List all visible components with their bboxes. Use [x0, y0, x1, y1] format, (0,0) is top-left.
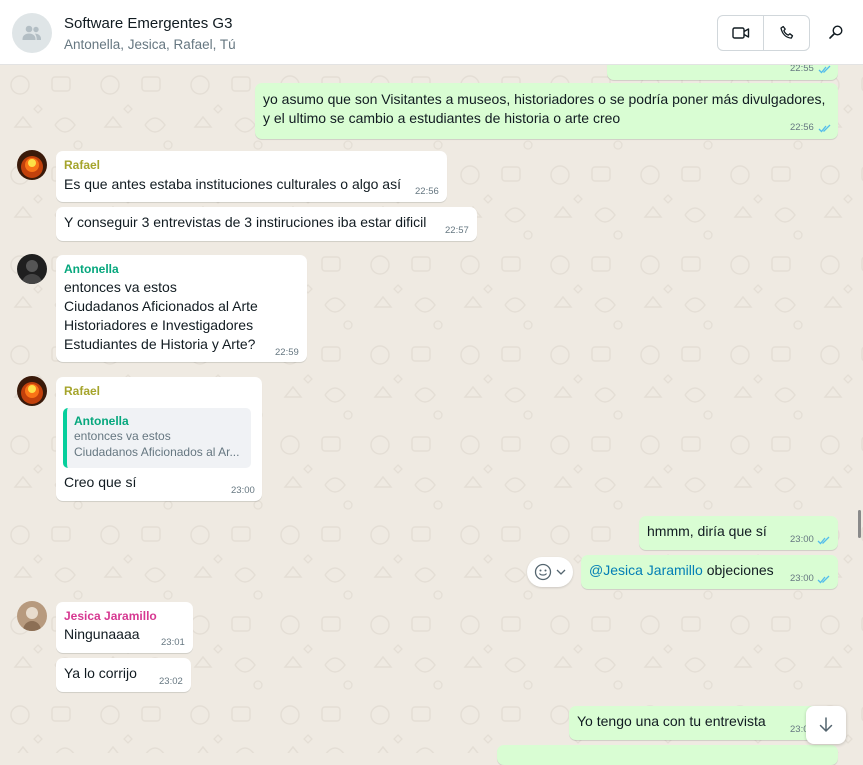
video-call-button[interactable]	[718, 16, 763, 50]
header-layer: Software Emergentes G3 Antonella, Jesica…	[0, 0, 863, 65]
mention-link[interactable]: @Jesica Jaramillo	[589, 562, 703, 578]
message-text: Yo tengo una con tu entrevista	[577, 713, 766, 729]
message-text-line: y el ultimo se cambio a estudiantes de h…	[263, 110, 621, 126]
message-bubble-outgoing[interactable]: @Jesica Jaramillo objeciones 23:00	[581, 555, 838, 589]
message-text: @Jesica Jaramillo objeciones	[589, 561, 774, 580]
read-receipt-icon	[817, 536, 830, 545]
phone-icon	[779, 25, 793, 39]
read-receipt-icon	[818, 124, 831, 133]
message-time: 23:00	[790, 534, 814, 545]
message-bubble-incoming[interactable]: Rafael Es que antes estaba instituciones…	[56, 151, 447, 202]
avatar-antonella[interactable]	[17, 254, 47, 284]
smiley-icon	[534, 563, 552, 581]
message-text-line: yo asumo que son Visitantes a museos, hi…	[263, 91, 826, 107]
chevron-down-icon	[556, 569, 566, 575]
quoted-message[interactable]: Antonella entonces va estos Ciudadanos A…	[63, 408, 251, 468]
message-time: 22:57	[445, 225, 469, 236]
sender-name[interactable]: Rafael	[64, 158, 100, 172]
message-bubble-outgoing-partial[interactable]	[497, 745, 838, 765]
scrollbar-thumb[interactable]	[858, 510, 861, 538]
sender-name[interactable]: Antonella	[64, 262, 119, 276]
sender-name[interactable]: Jesica Jaramillo	[64, 609, 157, 623]
message-text: hmmm, diría que sí	[647, 523, 767, 539]
voice-call-button[interactable]	[763, 16, 809, 50]
read-receipt-icon	[817, 575, 830, 584]
sender-name[interactable]: Rafael	[64, 384, 100, 398]
avatar-photo-icon	[17, 601, 47, 631]
message-bubble-outgoing[interactable]: hmmm, diría que sí 23:00	[639, 516, 838, 550]
message-bubble-incoming[interactable]: Rafael Antonella entonces va estos Ciuda…	[56, 377, 262, 501]
avatar-fire-icon	[17, 376, 47, 406]
quoted-text-line: Ciudadanos Aficionados al Ar...	[74, 445, 240, 459]
avatar-jesica[interactable]	[17, 601, 47, 631]
chat-title[interactable]: Software Emergentes G3	[64, 15, 232, 32]
message-bubble-incoming[interactable]: Y conseguir 3 entrevistas de 3 instiruci…	[56, 207, 477, 241]
message-text: Ningunaaaa	[64, 626, 140, 642]
message-text-line: Estudiantes de Historia y Arte?	[64, 336, 256, 352]
message-time: 22:56	[790, 122, 814, 133]
avatar-rafael[interactable]	[17, 150, 47, 180]
avatar-rafael[interactable]	[17, 376, 47, 406]
message-time: 23:02	[159, 676, 183, 687]
message-bubble-outgoing[interactable]: yo asumo que son Visitantes a museos, hi…	[255, 83, 838, 139]
group-icon	[22, 25, 41, 40]
message-text: Ya lo corrijo	[64, 665, 137, 681]
message-time: 23:00	[790, 573, 814, 584]
avatar-fire-icon	[17, 150, 47, 180]
message-text: Creo que sí	[64, 474, 137, 490]
group-avatar[interactable]	[12, 13, 52, 53]
message-text-rest: objeciones	[702, 562, 774, 578]
read-receipt-icon	[818, 65, 831, 74]
message-text-line: Historiadores e Investigadores	[64, 317, 254, 333]
message-time: 22:56	[415, 186, 439, 197]
message-text: Es que antes estaba instituciones cultur…	[64, 176, 401, 192]
avatar-silhouette-icon	[17, 254, 47, 284]
search-icon	[829, 25, 843, 39]
arrow-down-icon	[819, 717, 833, 732]
message-bubble-outgoing[interactable]: Yo tengo una con tu entrevista 23:0	[569, 706, 838, 740]
message-time: 23:01	[161, 637, 185, 648]
search-button[interactable]	[824, 20, 848, 44]
reaction-button[interactable]	[527, 557, 573, 587]
message-text-line: entonces va estos	[64, 279, 177, 295]
chat-participants[interactable]: Antonella, Jesica, Rafael, Tú	[64, 37, 236, 52]
call-buttons	[717, 15, 810, 51]
quoted-sender: Antonella	[74, 414, 129, 428]
message-time: 23:00	[231, 485, 255, 496]
scroll-to-bottom-button[interactable]	[806, 706, 846, 744]
message-bubble-incoming[interactable]: Jesica Jaramillo Ningunaaaa 23:01	[56, 602, 193, 653]
message-bubble-incoming[interactable]: Antonella entonces va estos Ciudadanos A…	[56, 255, 307, 362]
video-camera-icon	[731, 27, 749, 39]
quoted-text-line: entonces va estos	[74, 429, 171, 443]
message-text-line: Ciudadanos Aficionados al Arte	[64, 298, 258, 314]
message-bubble-incoming[interactable]: Ya lo corrijo 23:02	[56, 658, 191, 692]
message-text: Y conseguir 3 entrevistas de 3 instiruci…	[64, 214, 427, 230]
message-time: 22:59	[275, 347, 299, 358]
